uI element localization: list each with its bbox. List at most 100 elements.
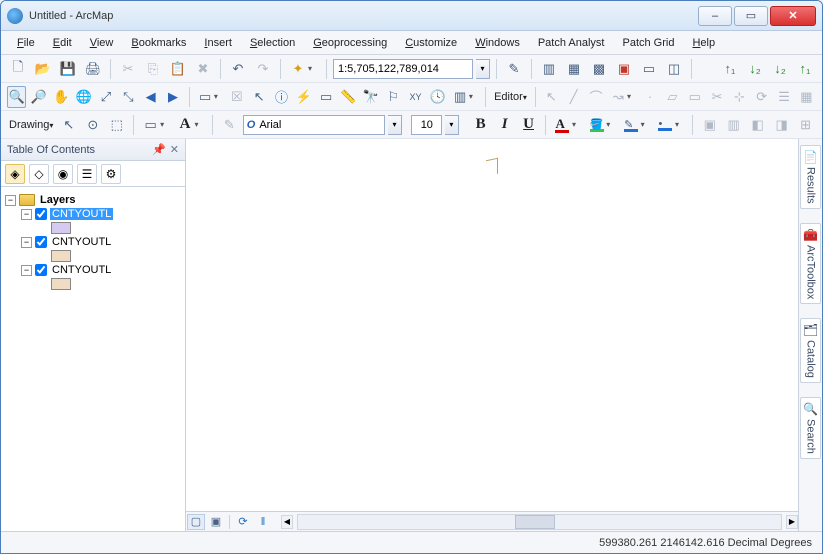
tab-arctoolbox[interactable]: 🧰ArcToolbox: [800, 223, 821, 304]
menu-file[interactable]: File: [9, 34, 43, 52]
menu-bookmarks[interactable]: Bookmarks: [123, 34, 194, 52]
select-pointer-icon[interactable]: ↖: [58, 114, 79, 136]
font-select[interactable]: OArial: [243, 115, 386, 135]
list-by-visibility-icon[interactable]: ◉: [53, 164, 73, 184]
add-data-icon[interactable]: ✦: [287, 58, 309, 80]
arrange-down2-icon[interactable]: ↑₁: [794, 58, 816, 80]
toc-options-icon[interactable]: ⚙: [101, 164, 121, 184]
font-size-input[interactable]: 10: [411, 115, 442, 135]
python-window-icon[interactable]: ▭: [638, 58, 660, 80]
line-color-dd[interactable]: ▾: [641, 120, 652, 129]
rotate-icon[interactable]: ⊙: [82, 114, 103, 136]
menu-help[interactable]: Help: [684, 34, 723, 52]
measure-icon[interactable]: 📏: [339, 86, 358, 108]
list-by-selection-icon[interactable]: ☰: [77, 164, 97, 184]
arrange-down-icon[interactable]: ↓₂: [744, 58, 766, 80]
viewer-dd[interactable]: ▾: [469, 92, 479, 101]
maximize-button[interactable]: ▭: [734, 6, 768, 26]
tab-results[interactable]: 📄Results: [800, 145, 821, 209]
paste-icon[interactable]: 📋: [167, 58, 189, 80]
text-tool-dd[interactable]: ▾: [194, 120, 205, 129]
redo-icon[interactable]: ↷: [252, 58, 274, 80]
fixed-zoom-out-icon[interactable]: ⤡: [119, 86, 138, 108]
layer-checkbox[interactable]: [35, 236, 47, 248]
refresh-icon[interactable]: ⟳: [234, 514, 252, 530]
editor-label[interactable]: Editor▾: [492, 91, 529, 103]
close-button[interactable]: ✕: [770, 6, 816, 26]
find-route-icon[interactable]: ⚐: [384, 86, 403, 108]
list-by-source-icon[interactable]: ◇: [29, 164, 49, 184]
scale-input[interactable]: 1:5,705,122,789,014: [333, 59, 473, 79]
select-elements-icon[interactable]: ↖: [250, 86, 269, 108]
layer-label[interactable]: CNTYOUTL: [50, 208, 113, 220]
menu-patch-grid[interactable]: Patch Grid: [614, 34, 682, 52]
full-extent-icon[interactable]: 🌐: [74, 86, 93, 108]
new-icon[interactable]: 🗋: [7, 58, 29, 80]
find-icon[interactable]: 🔭: [361, 86, 380, 108]
bold-icon[interactable]: B: [470, 114, 491, 136]
open-icon[interactable]: 📂: [32, 58, 54, 80]
menu-insert[interactable]: Insert: [196, 34, 240, 52]
layers-root[interactable]: Layers: [38, 194, 77, 206]
catalog-window-icon[interactable]: ▦: [563, 58, 585, 80]
menu-customize[interactable]: Customize: [397, 34, 465, 52]
line-color-icon[interactable]: ✎: [621, 114, 642, 136]
h-scrollbar[interactable]: [297, 514, 782, 530]
search-window-icon[interactable]: ▩: [588, 58, 610, 80]
toc-close-icon[interactable]: ✕: [170, 143, 179, 156]
arctoolbox-window-icon[interactable]: ▣: [613, 58, 635, 80]
select-features-icon[interactable]: ▭: [195, 86, 214, 108]
tab-search[interactable]: 🔍Search: [800, 397, 821, 459]
text-color-icon[interactable]: A: [552, 114, 573, 136]
font-size-dd[interactable]: ▾: [445, 115, 458, 135]
fill-color-dd[interactable]: ▾: [606, 120, 617, 129]
text-tool-icon[interactable]: A: [175, 114, 196, 136]
undo-icon[interactable]: ↶: [227, 58, 249, 80]
goto-xy-icon[interactable]: XY: [406, 86, 425, 108]
pan-icon[interactable]: ✋: [52, 86, 71, 108]
delete-icon[interactable]: ✖: [192, 58, 214, 80]
fill-color-icon[interactable]: 🪣: [586, 114, 607, 136]
marker-color-icon[interactable]: •: [655, 114, 676, 136]
font-dd[interactable]: ▾: [388, 115, 401, 135]
identify-icon[interactable]: ⓘ: [272, 86, 291, 108]
arrange-up2-icon[interactable]: ↓₂: [769, 58, 791, 80]
expand-icon[interactable]: −: [21, 237, 32, 248]
select-features-dd[interactable]: ▾: [214, 92, 224, 101]
toc-pin-icon[interactable]: 📌: [152, 143, 166, 156]
menu-edit[interactable]: Edit: [45, 34, 80, 52]
back-extent-icon[interactable]: ◀: [141, 86, 160, 108]
italic-icon[interactable]: I: [494, 114, 515, 136]
scale-dd[interactable]: ▾: [476, 59, 490, 79]
fixed-zoom-in-icon[interactable]: ⤢: [96, 86, 115, 108]
time-slider-icon[interactable]: 🕓: [428, 86, 447, 108]
underline-icon[interactable]: U: [518, 114, 539, 136]
menu-view[interactable]: View: [82, 34, 122, 52]
toc-window-icon[interactable]: ▥: [538, 58, 560, 80]
layer-swatch[interactable]: [51, 250, 71, 262]
editor-toolbar-icon[interactable]: ✎: [503, 58, 525, 80]
layer-checkbox[interactable]: [35, 208, 47, 220]
clear-selection-icon[interactable]: ☒: [227, 86, 246, 108]
layer-swatch[interactable]: [51, 222, 71, 234]
zoom-in-icon[interactable]: 🔍: [7, 86, 26, 108]
rectangle-icon[interactable]: ▭: [140, 114, 161, 136]
layer-swatch[interactable]: [51, 278, 71, 290]
minimize-button[interactable]: –: [698, 6, 732, 26]
menu-geoprocessing[interactable]: Geoprocessing: [305, 34, 395, 52]
data-view-icon[interactable]: ▢: [187, 514, 205, 530]
pause-icon[interactable]: ‖: [254, 514, 272, 530]
expand-icon[interactable]: −: [21, 209, 32, 220]
expand-icon[interactable]: −: [5, 195, 16, 206]
hyperlink-icon[interactable]: ⚡: [294, 86, 313, 108]
add-data-dd[interactable]: ▾: [308, 64, 320, 73]
shape-dd[interactable]: ▾: [160, 120, 171, 129]
menu-patch-analyst[interactable]: Patch Analyst: [530, 34, 613, 52]
arrange-up-icon[interactable]: ↑₁: [719, 58, 741, 80]
drawing-label[interactable]: Drawing▾: [7, 119, 55, 131]
zoom-drawing-icon[interactable]: ⬚: [106, 114, 127, 136]
layer-label[interactable]: CNTYOUTL: [50, 236, 113, 248]
copy-icon[interactable]: ⎘: [142, 58, 164, 80]
create-viewer-icon[interactable]: ▥: [450, 86, 469, 108]
model-builder-icon[interactable]: ◫: [663, 58, 685, 80]
